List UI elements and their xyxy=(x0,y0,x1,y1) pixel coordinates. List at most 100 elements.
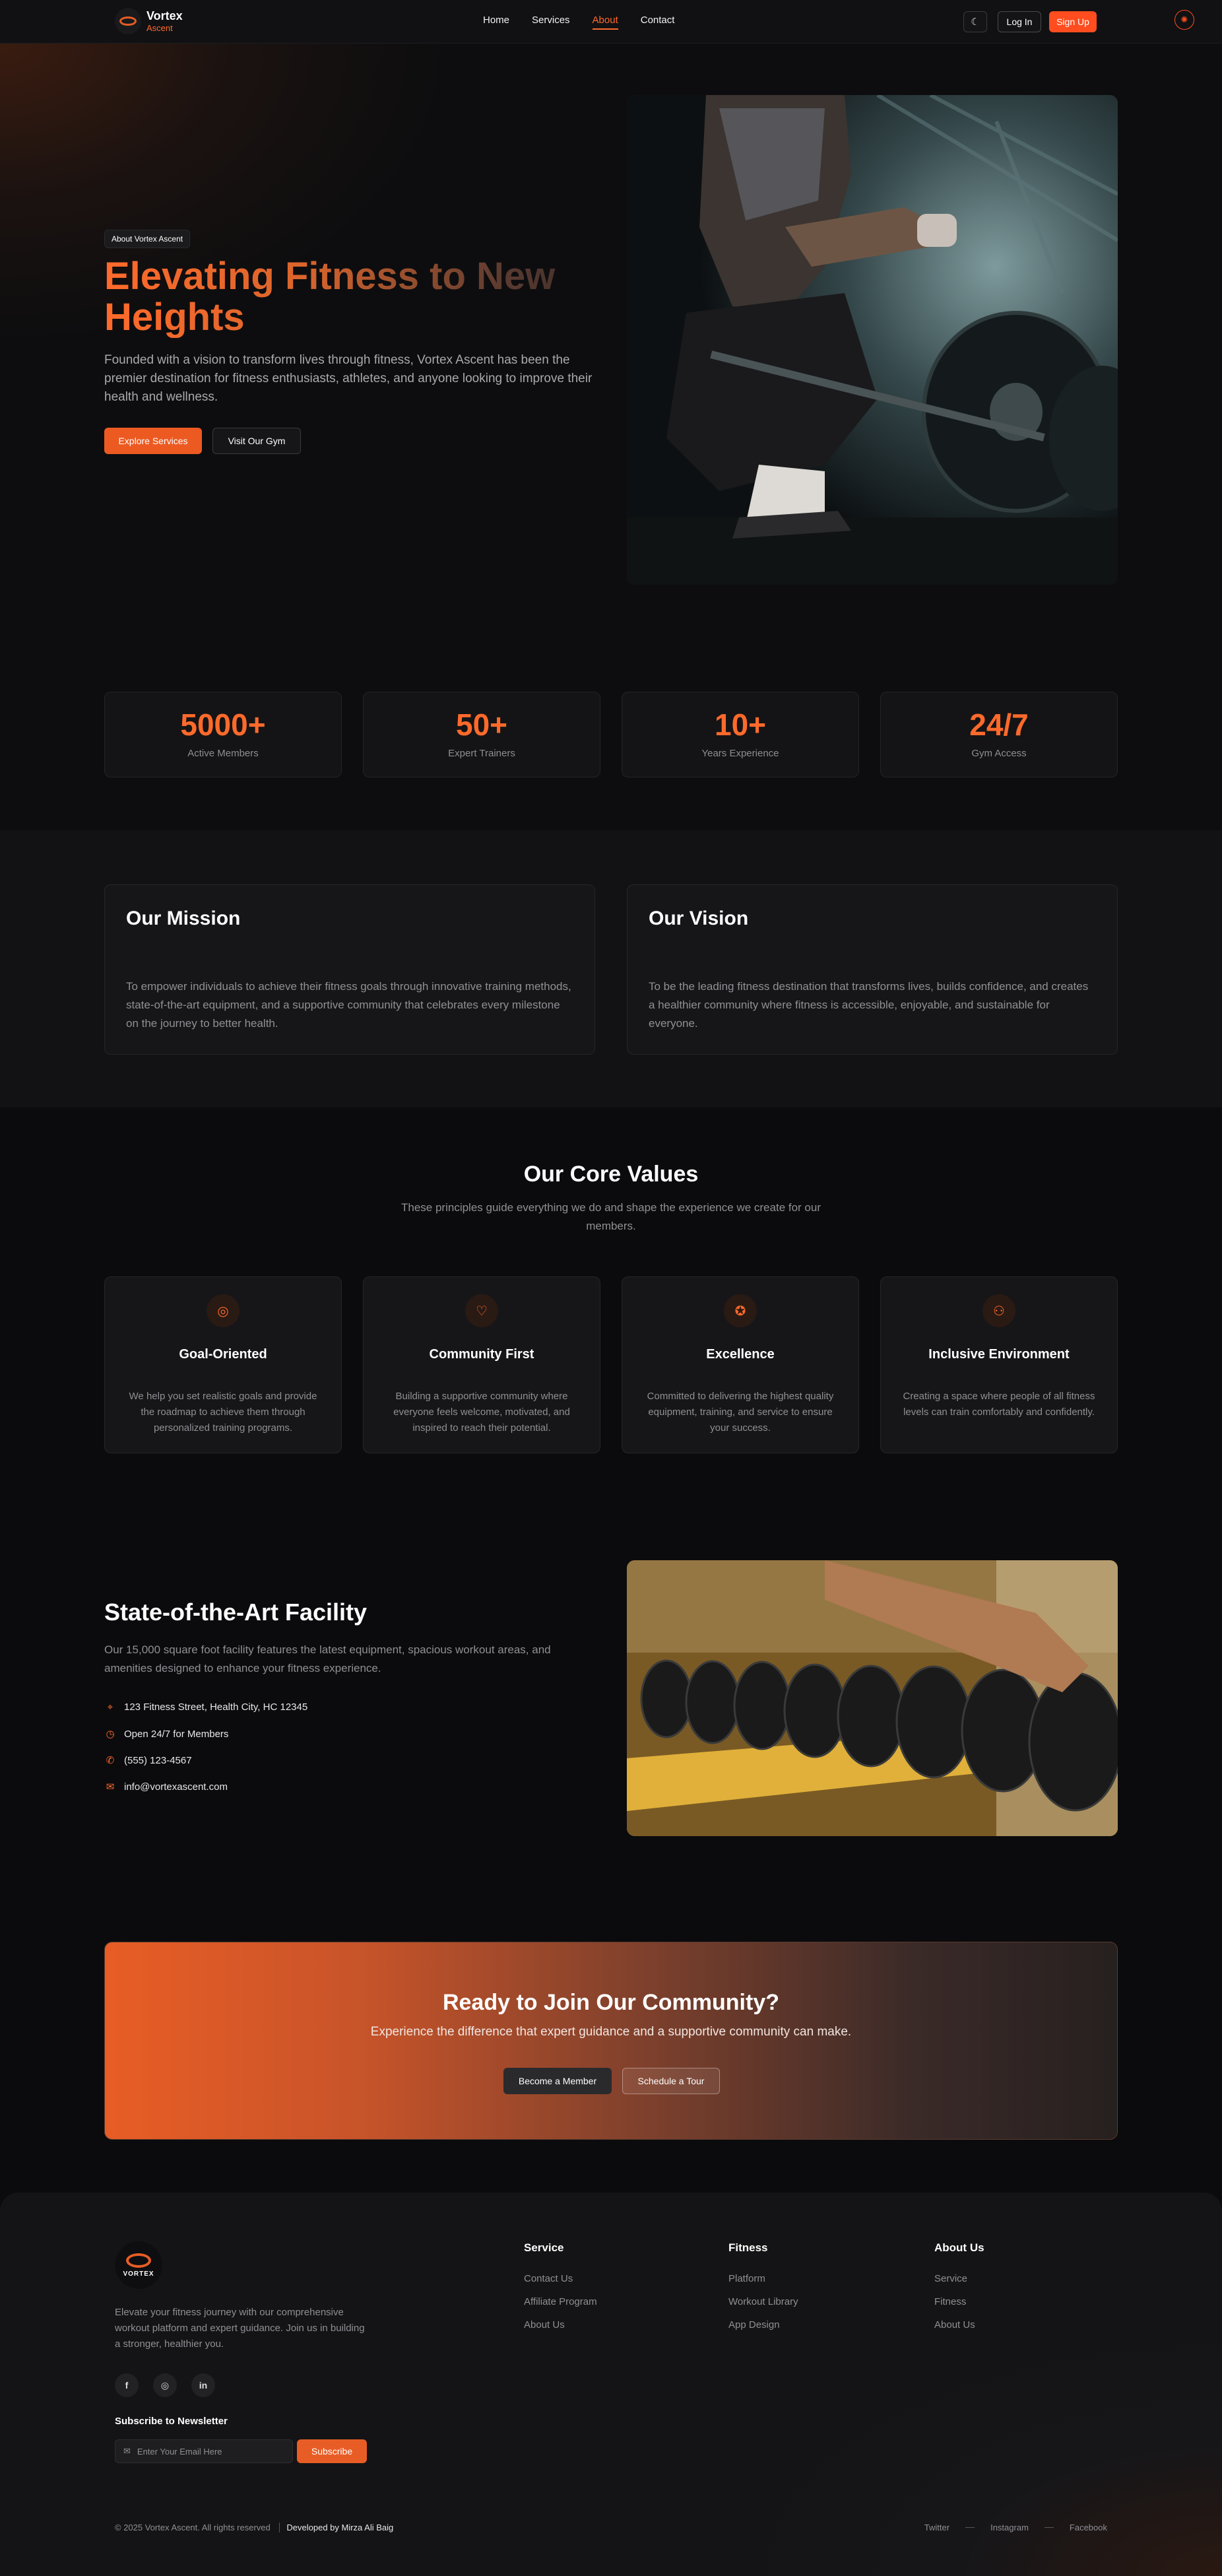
main-menu: Home Services About Contact xyxy=(483,15,697,30)
stat-value: 50+ xyxy=(455,708,508,742)
theme-toggle-button[interactable]: ☾ xyxy=(963,11,987,32)
mission-text: To empower individuals to achieve their … xyxy=(126,980,571,1030)
footer-column-title: About Us xyxy=(934,2241,984,2254)
cta-text: Experience the difference that expert gu… xyxy=(370,2025,852,2039)
nav-link-services[interactable]: Services xyxy=(532,15,570,30)
stats-section: 5000+ Active Members 50+ Expert Trainers… xyxy=(0,651,1222,830)
facebook-icon[interactable]: f xyxy=(115,2373,139,2397)
hero-section: About Vortex Ascent Elevating Fitness to… xyxy=(0,44,1222,651)
footer-link[interactable]: Service xyxy=(934,2273,984,2284)
sun-icon: ✺ xyxy=(1180,15,1188,24)
address-text: 123 Fitness Street, Health City, HC 1234… xyxy=(124,1701,308,1713)
email-text[interactable]: info@vortexascent.com xyxy=(124,1781,228,1793)
vision-title: Our Vision xyxy=(649,908,749,929)
stat-label: Years Experience xyxy=(701,748,779,759)
nav-link-contact[interactable]: Contact xyxy=(641,15,675,30)
instagram-link[interactable]: Instagram xyxy=(990,2523,1029,2532)
divider xyxy=(1044,2527,1054,2528)
clock-icon: ◷ xyxy=(106,1729,115,1740)
moon-icon: ☾ xyxy=(971,17,980,28)
explore-services-button[interactable]: Explore Services xyxy=(104,428,202,454)
weightlifter-photo xyxy=(627,95,1118,585)
stat-card: 24/7 Gym Access xyxy=(880,692,1118,777)
brand-sub: Ascent xyxy=(146,23,173,33)
vision-card: Our Vision To be the leading fitness des… xyxy=(627,884,1118,1055)
hours-text: Open 24/7 for Members xyxy=(124,1728,229,1740)
footer-link[interactable]: About Us xyxy=(524,2319,597,2330)
footer-logo-text: VORTEX xyxy=(123,2270,154,2278)
newsletter-title: Subscribe to Newsletter xyxy=(115,2416,228,2427)
value-title: Goal-Oriented xyxy=(179,1347,267,1362)
instagram-icon[interactable]: ◎ xyxy=(153,2373,177,2397)
value-text: Committed to delivering the highest qual… xyxy=(647,1391,834,1434)
linkedin-icon[interactable]: in xyxy=(191,2373,215,2397)
footer-link[interactable]: Platform xyxy=(728,2273,798,2284)
nav-link-about[interactable]: About xyxy=(592,15,618,30)
signup-button[interactable]: Sign Up xyxy=(1049,11,1097,32)
footer-column-fitness: Fitness Platform Workout Library App Des… xyxy=(728,2241,798,2342)
footer-link[interactable]: App Design xyxy=(728,2319,798,2330)
value-card: ♡ Community First Building a supportive … xyxy=(363,1276,600,1453)
hero-badge: About Vortex Ascent xyxy=(104,230,191,248)
subscribe-button[interactable]: Subscribe xyxy=(297,2439,367,2463)
mail-icon: ✉ xyxy=(123,2446,131,2456)
value-text: Building a supportive community where ev… xyxy=(393,1391,570,1434)
sun-icon-button[interactable]: ✺ xyxy=(1174,10,1194,30)
dumbbell-rack-image xyxy=(627,1560,1118,1836)
phone-icon: ✆ xyxy=(106,1755,115,1766)
login-button[interactable]: Log In xyxy=(998,11,1041,32)
values-subtitle: These principles guide everything we do … xyxy=(401,1201,821,1232)
value-card: ✪ Excellence Committed to delivering the… xyxy=(622,1276,859,1453)
vision-text: To be the leading fitness destination th… xyxy=(649,980,1089,1030)
stat-label: Expert Trainers xyxy=(448,748,515,759)
value-title: Inclusive Environment xyxy=(928,1347,1070,1362)
footer-description: Elevate your fitness journey with our co… xyxy=(115,2307,365,2350)
facility-description: Our 15,000 square foot facility features… xyxy=(104,1643,551,1674)
twitter-link[interactable]: Twitter xyxy=(924,2523,949,2532)
become-member-button[interactable]: Become a Member xyxy=(503,2068,612,2094)
mail-icon: ✉ xyxy=(106,1781,115,1793)
mission-title: Our Mission xyxy=(126,908,241,929)
mission-card: Our Mission To empower individuals to ac… xyxy=(104,884,595,1055)
stat-card: 50+ Expert Trainers xyxy=(363,692,600,777)
mission-vision-section: Our Mission To empower individuals to ac… xyxy=(0,830,1222,1107)
newsletter-email-input[interactable]: ✉ Enter Your Email Here xyxy=(115,2439,293,2463)
facebook-link[interactable]: Facebook xyxy=(1070,2523,1107,2532)
value-text: We help you set realistic goals and prov… xyxy=(129,1391,317,1434)
visit-gym-button[interactable]: Visit Our Gym xyxy=(212,428,301,454)
dumbbells-photo xyxy=(627,1560,1118,1836)
cta-banner: Ready to Join Our Community? Experience … xyxy=(104,1942,1118,2140)
footer-logo[interactable]: VORTEX xyxy=(115,2241,162,2289)
logo-icon xyxy=(126,2253,151,2268)
target-icon: ◎ xyxy=(207,1294,240,1327)
nav-link-home[interactable]: Home xyxy=(483,15,509,30)
site-footer: VORTEX Elevate your fitness journey with… xyxy=(0,2193,1222,2576)
developer-credit: Developed by Mirza Ali Baig xyxy=(279,2523,394,2532)
cta-section: Ready to Join Our Community? Experience … xyxy=(0,1890,1222,2193)
map-pin-icon: ⌖ xyxy=(107,1701,113,1713)
footer-link[interactable]: Affiliate Program xyxy=(524,2296,597,2307)
value-card: ◎ Goal-Oriented We help you set realisti… xyxy=(104,1276,342,1453)
stat-value: 5000+ xyxy=(180,708,266,742)
brand-name: Vortex xyxy=(146,9,183,22)
brand-logo[interactable]: Vortex Ascent xyxy=(115,8,183,34)
footer-column-title: Service xyxy=(524,2241,564,2254)
logo-icon xyxy=(115,8,141,34)
facility-phone: ✆ (555) 123-4567 xyxy=(104,1754,192,1767)
facility-email: ✉ info@vortexascent.com xyxy=(104,1781,228,1793)
value-title: Excellence xyxy=(706,1347,775,1362)
footer-link[interactable]: Contact Us xyxy=(524,2273,597,2284)
hero-title: Elevating Fitness to New Heights xyxy=(104,256,606,338)
cta-title: Ready to Join Our Community? xyxy=(442,1990,780,2015)
footer-link[interactable]: Fitness xyxy=(934,2296,984,2307)
stat-label: Gym Access xyxy=(971,748,1027,759)
hero-image xyxy=(627,95,1118,585)
footer-column-service: Service Contact Us Affiliate Program Abo… xyxy=(524,2241,597,2342)
facility-section: State-of-the-Art Facility Our 15,000 squ… xyxy=(0,1481,1222,1890)
copyright-text: © 2025 Vortex Ascent. All rights reserve… xyxy=(115,2523,271,2532)
footer-link[interactable]: About Us xyxy=(934,2319,984,2330)
footer-link[interactable]: Workout Library xyxy=(728,2296,798,2307)
schedule-tour-button[interactable]: Schedule a Tour xyxy=(622,2068,720,2094)
value-card: ⚇ Inclusive Environment Creating a space… xyxy=(880,1276,1118,1453)
values-title: Our Core Values xyxy=(523,1162,699,1187)
